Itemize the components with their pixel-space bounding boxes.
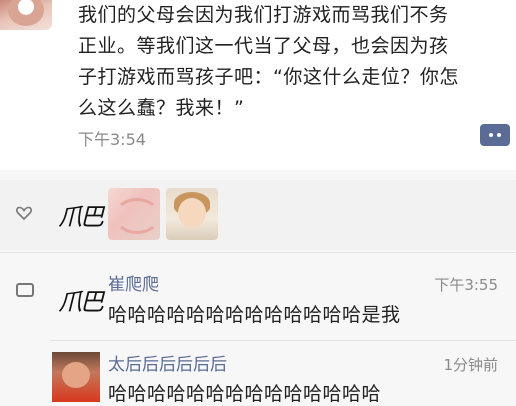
commenter-avatar[interactable] xyxy=(52,352,100,402)
commenter-name[interactable]: 崔爬爬 xyxy=(108,270,159,295)
moment-post: 我们的父母会因为我们打游戏而骂我们不务 正业。等我们这一代当了父母，也会因为孩 … xyxy=(0,0,516,170)
commenter-name[interactable]: 太后后后后后后 xyxy=(108,350,227,375)
commenter-avatar[interactable]: 爪巴 xyxy=(58,282,104,317)
comment-ellipsis-icon[interactable] xyxy=(480,124,510,146)
liker-avatar[interactable] xyxy=(108,188,160,240)
divider xyxy=(0,252,516,253)
post-timestamp: 下午3:54 xyxy=(78,130,146,149)
liker-name[interactable]: 爪巴 xyxy=(58,197,104,232)
post-line: 么这么蠢？我来！” xyxy=(78,97,245,119)
speech-bubble-icon xyxy=(16,283,34,297)
comment-timestamp: 1分钟前 xyxy=(443,356,498,374)
comment-timestamp: 下午3:55 xyxy=(434,276,498,294)
post-line: 正业。等我们这一代当了父母，也会因为孩 xyxy=(78,35,449,57)
liker-avatar[interactable] xyxy=(166,188,218,240)
comment-text: 哈哈哈哈哈哈哈哈哈哈哈哈哈是我 xyxy=(108,304,401,326)
heart-outline-icon xyxy=(16,206,32,220)
post-text: 我们的父母会因为我们打游戏而骂我们不务 正业。等我们这一代当了父母，也会因为孩 … xyxy=(78,0,508,124)
poster-avatar[interactable] xyxy=(0,0,52,30)
post-line: 子打游戏而骂孩子吧：“你这什么走位？你怎 xyxy=(78,66,459,88)
post-line: 我们的父母会因为我们打游戏而骂我们不务 xyxy=(78,4,449,26)
divider xyxy=(50,340,516,341)
